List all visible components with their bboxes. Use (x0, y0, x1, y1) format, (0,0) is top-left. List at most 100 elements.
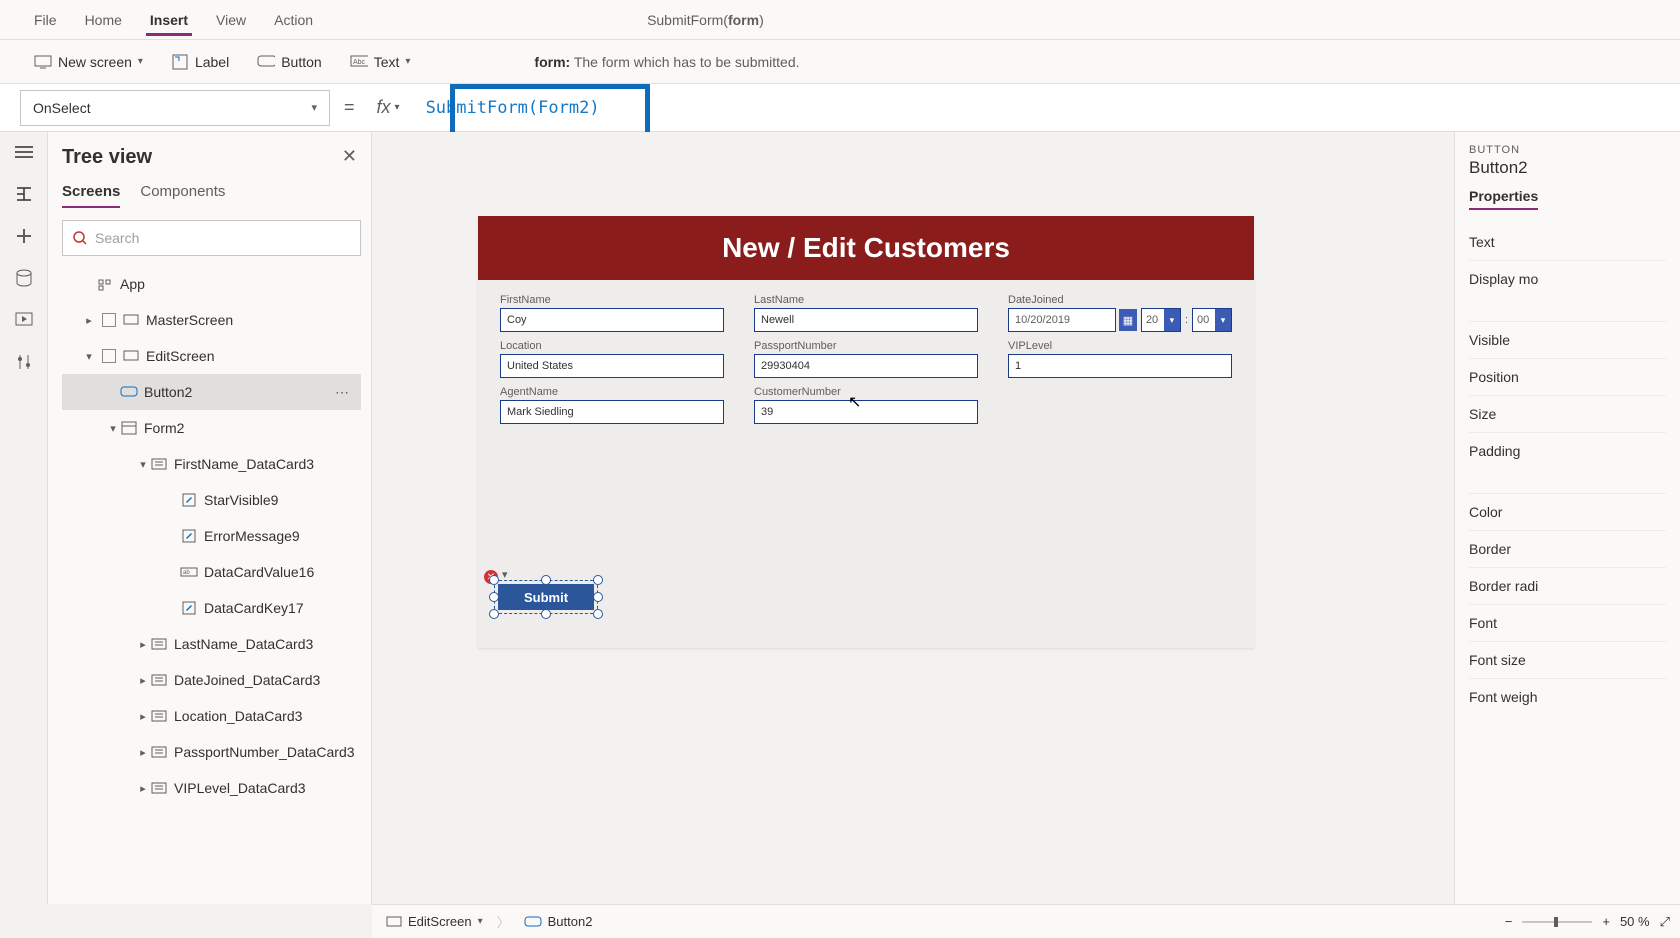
tree-item-label: EditScreen (146, 348, 214, 364)
expand-toggle[interactable]: ▸ (136, 638, 150, 651)
tree-item-viplevel_datacard3[interactable]: ▸VIPLevel_DataCard3 (62, 770, 361, 806)
breadcrumb-control[interactable]: Button2 (524, 914, 593, 929)
card-icon (150, 710, 168, 722)
tree-item-errormessage9[interactable]: ErrorMessage9 (62, 518, 361, 554)
prop-row-visible[interactable]: Visible (1469, 321, 1666, 358)
minute-select[interactable]: 00▾ (1192, 308, 1232, 332)
tree-item-masterscreen[interactable]: ▸MasterScreen (62, 302, 361, 338)
checkbox[interactable] (102, 349, 116, 363)
zoom-in-button[interactable]: + (1602, 914, 1610, 929)
tab-properties[interactable]: Properties (1469, 188, 1538, 210)
resize-handle[interactable] (489, 609, 499, 619)
edit-icon (180, 493, 198, 507)
passport-input[interactable] (754, 354, 978, 378)
prop-row-font[interactable]: Font (1469, 604, 1666, 641)
tree-item-app[interactable]: App (62, 266, 361, 302)
tree-item-form2[interactable]: ▾Form2 (62, 410, 361, 446)
tree-search[interactable]: Search (62, 220, 361, 256)
calendar-icon[interactable]: ▦ (1119, 309, 1137, 331)
tree-item-datejoined_datacard3[interactable]: ▸DateJoined_DataCard3 (62, 662, 361, 698)
more-icon[interactable]: ⋯ (335, 384, 351, 401)
resize-handle[interactable] (489, 592, 499, 602)
expand-toggle[interactable]: ▾ (82, 350, 96, 363)
tree-view-icon[interactable] (12, 182, 36, 206)
firstname-input[interactable] (500, 308, 724, 332)
prop-row-font-size[interactable]: Font size (1469, 641, 1666, 678)
prop-row-position[interactable]: Position (1469, 358, 1666, 395)
advanced-icon[interactable] (12, 350, 36, 374)
fit-icon[interactable]: ⤢ (1660, 914, 1670, 930)
tree-item-datacardkey17[interactable]: DataCardKey17 (62, 590, 361, 626)
lastname-input[interactable] (754, 308, 978, 332)
menu-view[interactable]: View (202, 0, 260, 40)
prop-row-padding[interactable]: Padding (1469, 432, 1666, 469)
app-icon (96, 277, 114, 291)
insert-icon[interactable] (12, 224, 36, 248)
tree-item-starvisible9[interactable]: StarVisible9 (62, 482, 361, 518)
label-icon (171, 53, 189, 71)
media-icon[interactable] (12, 308, 36, 332)
data-icon[interactable] (12, 266, 36, 290)
tree-item-label: StarVisible9 (204, 492, 278, 508)
properties-panel: BUTTON Button2 Properties TextDisplay mo… (1454, 132, 1680, 904)
tree-item-label: FirstName_DataCard3 (174, 456, 314, 472)
custno-input[interactable] (754, 400, 978, 424)
new-screen-button[interactable]: New screen ▾ (20, 40, 157, 84)
expand-toggle[interactable]: ▾ (106, 422, 120, 435)
date-input[interactable]: 10/20/2019 (1008, 308, 1116, 332)
menu-file[interactable]: File (20, 0, 71, 40)
checkbox[interactable] (102, 313, 116, 327)
tree-item-location_datacard3[interactable]: ▸Location_DataCard3 (62, 698, 361, 734)
close-icon[interactable]: ✕ (342, 146, 357, 167)
tree-item-editscreen[interactable]: ▾ EditScreen (62, 338, 361, 374)
expand-toggle[interactable]: ▸ (136, 746, 150, 759)
tree-item-passportnumber_datacard3[interactable]: ▸PassportNumber_DataCard3 (62, 734, 361, 770)
resize-handle[interactable] (541, 609, 551, 619)
button-button[interactable]: Button (243, 40, 335, 84)
expand-toggle[interactable]: ▸ (136, 710, 150, 723)
breadcrumb-screen[interactable]: EditScreen ▾ (386, 914, 483, 929)
function-signature: SubmitForm(form) (647, 12, 764, 28)
zoom-out-button[interactable]: − (1505, 914, 1513, 929)
tree-item-button2[interactable]: Button2⋯ (62, 374, 361, 410)
zoom-slider[interactable] (1522, 921, 1592, 923)
submit-selection[interactable]: ✕ ▾ Submit (498, 584, 594, 610)
prop-row-display-mo[interactable]: Display mo (1469, 260, 1666, 297)
resize-handle[interactable] (593, 575, 603, 585)
expand-toggle[interactable]: ▸ (82, 314, 96, 327)
prop-row-border-radi[interactable]: Border radi (1469, 567, 1666, 604)
prop-row-border[interactable]: Border (1469, 530, 1666, 567)
hour-select[interactable]: 20▾ (1141, 308, 1181, 332)
prop-row-font-weigh[interactable]: Font weigh (1469, 678, 1666, 715)
text-button[interactable]: Abc Text ▾ (336, 40, 425, 84)
tab-components[interactable]: Components (140, 183, 225, 208)
tree-item-firstname_datacard3[interactable]: ▾ FirstName_DataCard3 (62, 446, 361, 482)
prop-row-text[interactable]: Text (1469, 224, 1666, 260)
hamburger-icon[interactable] (12, 140, 36, 164)
expand-toggle[interactable]: ▸ (136, 674, 150, 687)
menu-home[interactable]: Home (71, 0, 136, 40)
canvas-area[interactable]: New / Edit Customers FirstName LastName … (372, 132, 1454, 904)
tree-item-datacardvalue16[interactable]: abDataCardValue16 (62, 554, 361, 590)
resize-handle[interactable] (489, 575, 499, 585)
formula-input[interactable] (418, 90, 1660, 126)
property-selector[interactable]: OnSelect ▾ (20, 90, 330, 126)
tree-item-lastname_datacard3[interactable]: ▸ LastName_DataCard3 (62, 626, 361, 662)
resize-handle[interactable] (593, 609, 603, 619)
label-button[interactable]: Label (157, 40, 243, 84)
expand-toggle[interactable]: ▸ (136, 782, 150, 795)
ribbon-toolbar: New screen ▾ Label Button Abc Text ▾ for… (0, 40, 1680, 84)
menu-action[interactable]: Action (260, 0, 327, 40)
agent-input[interactable] (500, 400, 724, 424)
expand-toggle[interactable]: ▾ (136, 458, 150, 471)
resize-handle[interactable] (541, 575, 551, 585)
vip-input[interactable] (1008, 354, 1232, 378)
resize-handle[interactable] (593, 592, 603, 602)
tree-item-label: LastName_DataCard3 (174, 636, 313, 652)
prop-row-color[interactable]: Color (1469, 493, 1666, 530)
prop-row-size[interactable]: Size (1469, 395, 1666, 432)
menu-insert[interactable]: Insert (136, 0, 202, 40)
fx-box[interactable]: fx ▾ (369, 97, 408, 118)
location-input[interactable] (500, 354, 724, 378)
tab-screens[interactable]: Screens (62, 183, 120, 208)
